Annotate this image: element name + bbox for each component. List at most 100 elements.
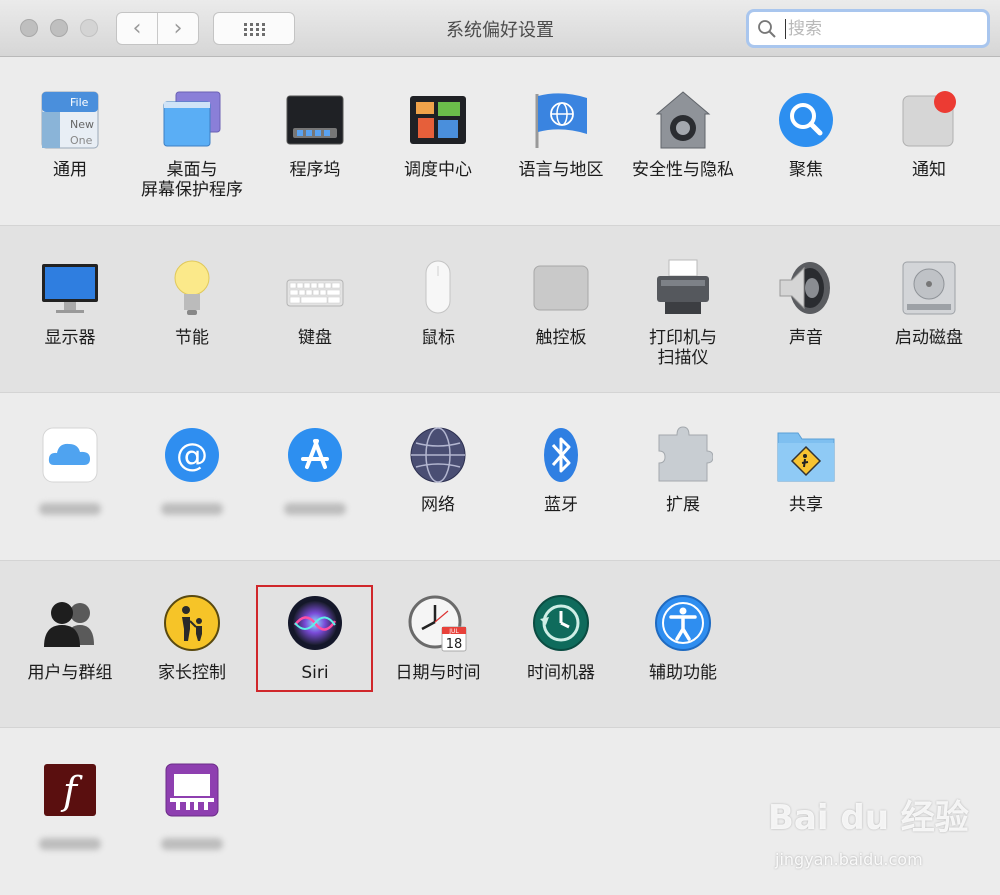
pref-spotlight[interactable]: 聚焦	[745, 90, 867, 180]
pref-extensions[interactable]: 扩展	[622, 425, 744, 515]
window-title: 系统偏好设置	[446, 20, 554, 41]
mission-control-icon	[408, 90, 468, 150]
network-icon	[408, 425, 468, 485]
pref-dock[interactable]: 程序坞	[254, 90, 376, 180]
pref-bluetooth[interactable]: 蓝牙	[500, 425, 622, 515]
pref-label: 键盘	[298, 328, 332, 348]
zoom-window-button[interactable]	[80, 19, 98, 37]
date-time-icon: JUL 18	[408, 593, 468, 653]
pref-label: 调度中心	[404, 160, 472, 180]
show-all-button[interactable]	[213, 12, 295, 45]
accessibility-icon	[653, 593, 713, 653]
internet-accounts-icon: @	[162, 425, 222, 485]
pref-sound[interactable]: 声音	[745, 258, 867, 348]
pref-label: 通知	[912, 160, 946, 180]
pref-label: 通用	[53, 160, 87, 180]
forward-button[interactable]: ›	[157, 13, 198, 44]
blurred-label	[161, 838, 223, 850]
pref-date-time[interactable]: JUL 18 日期与时间	[377, 593, 499, 683]
siri-highlight-box	[256, 585, 373, 692]
pref-label: 节能	[175, 328, 209, 348]
language-region-icon	[531, 90, 591, 150]
pref-network[interactable]: 网络	[377, 425, 499, 515]
pref-users-groups[interactable]: 用户与群组	[9, 593, 131, 683]
pref-energy-saver[interactable]: 节能	[131, 258, 253, 348]
pref-label: 聚焦	[789, 160, 823, 180]
pref-internet-accounts[interactable]: @	[131, 425, 253, 515]
general-icon: File New One	[40, 90, 100, 150]
pref-icloud[interactable]	[9, 425, 131, 515]
baidu-watermark: Bai du 经验	[768, 798, 969, 838]
pref-label: 鼠标	[421, 328, 455, 348]
search-placeholder: 搜索	[785, 19, 822, 39]
pref-presentation[interactable]	[131, 760, 253, 850]
pref-accessibility[interactable]: 辅助功能	[622, 593, 744, 683]
pref-label: 声音	[789, 328, 823, 348]
blurred-label	[161, 503, 223, 515]
notifications-icon	[899, 90, 959, 150]
pref-label: 扩展	[666, 495, 700, 515]
grid-icon	[244, 22, 265, 36]
pref-mouse[interactable]: 鼠标	[377, 258, 499, 348]
desktop-screensaver-icon	[162, 90, 222, 150]
svg-text:One: One	[70, 134, 93, 147]
flash-player-icon: f	[40, 760, 100, 820]
pref-app-store[interactable]	[254, 425, 376, 515]
svg-text:JUL: JUL	[448, 628, 459, 635]
pref-startup-disk[interactable]: 启动磁盘	[868, 258, 990, 348]
pref-label: 桌面与 屏幕保护程序	[141, 160, 243, 200]
navigation-buttons: ‹ ›	[116, 12, 199, 45]
pref-label: 蓝牙	[544, 495, 578, 515]
pref-label: 辅助功能	[649, 663, 717, 683]
pref-general[interactable]: File New One 通用	[9, 90, 131, 180]
close-window-button[interactable]	[20, 19, 38, 37]
sharing-icon	[776, 425, 836, 485]
pref-notifications[interactable]: 通知	[868, 90, 990, 180]
startup-disk-icon	[899, 258, 959, 318]
dock-icon	[285, 90, 345, 150]
svg-text:@: @	[176, 436, 208, 474]
bluetooth-icon	[531, 425, 591, 485]
mouse-icon	[408, 258, 468, 318]
blurred-label	[39, 838, 101, 850]
search-icon	[758, 20, 776, 38]
back-button[interactable]: ‹	[117, 13, 157, 44]
pref-sharing[interactable]: 共享	[745, 425, 867, 515]
pref-mission-control[interactable]: 调度中心	[377, 90, 499, 180]
minimize-window-button[interactable]	[50, 19, 68, 37]
pref-label: 安全性与隐私	[632, 160, 734, 180]
search-field[interactable]: 搜索	[746, 9, 990, 48]
presentation-icon	[162, 760, 222, 820]
pref-trackpad[interactable]: 触控板	[500, 258, 622, 348]
pref-displays[interactable]: 显示器	[9, 258, 131, 348]
energy-saver-icon	[162, 258, 222, 318]
pref-label: 语言与地区	[518, 160, 604, 180]
pref-label: 家长控制	[158, 663, 226, 683]
trackpad-icon	[531, 258, 591, 318]
pref-parental-controls[interactable]: 家长控制	[131, 593, 253, 683]
pref-desktop-screensaver[interactable]: 桌面与 屏幕保护程序	[131, 90, 253, 200]
pref-label: 共享	[789, 495, 823, 515]
pref-printers-scanners[interactable]: 打印机与 扫描仪	[622, 258, 744, 368]
svg-text:File: File	[70, 96, 89, 109]
pref-label: 程序坞	[289, 160, 341, 180]
pref-time-machine[interactable]: 时间机器	[500, 593, 622, 683]
pref-label: 打印机与 扫描仪	[649, 328, 717, 368]
svg-text:New: New	[70, 118, 94, 131]
app-store-icon	[285, 425, 345, 485]
users-groups-icon	[40, 593, 100, 653]
pref-language-region[interactable]: 语言与地区	[500, 90, 622, 180]
pref-label: 网络	[421, 495, 455, 515]
pref-flash-player[interactable]: f	[9, 760, 131, 850]
time-machine-icon	[531, 593, 591, 653]
pref-label: 启动磁盘	[895, 328, 963, 348]
security-privacy-icon	[653, 90, 713, 150]
pref-security-privacy[interactable]: 安全性与隐私	[622, 90, 744, 180]
pref-label: 显示器	[44, 328, 96, 348]
baidu-watermark-url: jingyan.baidu.com	[775, 850, 923, 869]
icloud-icon	[40, 425, 100, 485]
parental-controls-icon	[162, 593, 222, 653]
sound-icon	[776, 258, 836, 318]
blurred-label	[284, 503, 346, 515]
pref-keyboard[interactable]: 键盘	[254, 258, 376, 348]
